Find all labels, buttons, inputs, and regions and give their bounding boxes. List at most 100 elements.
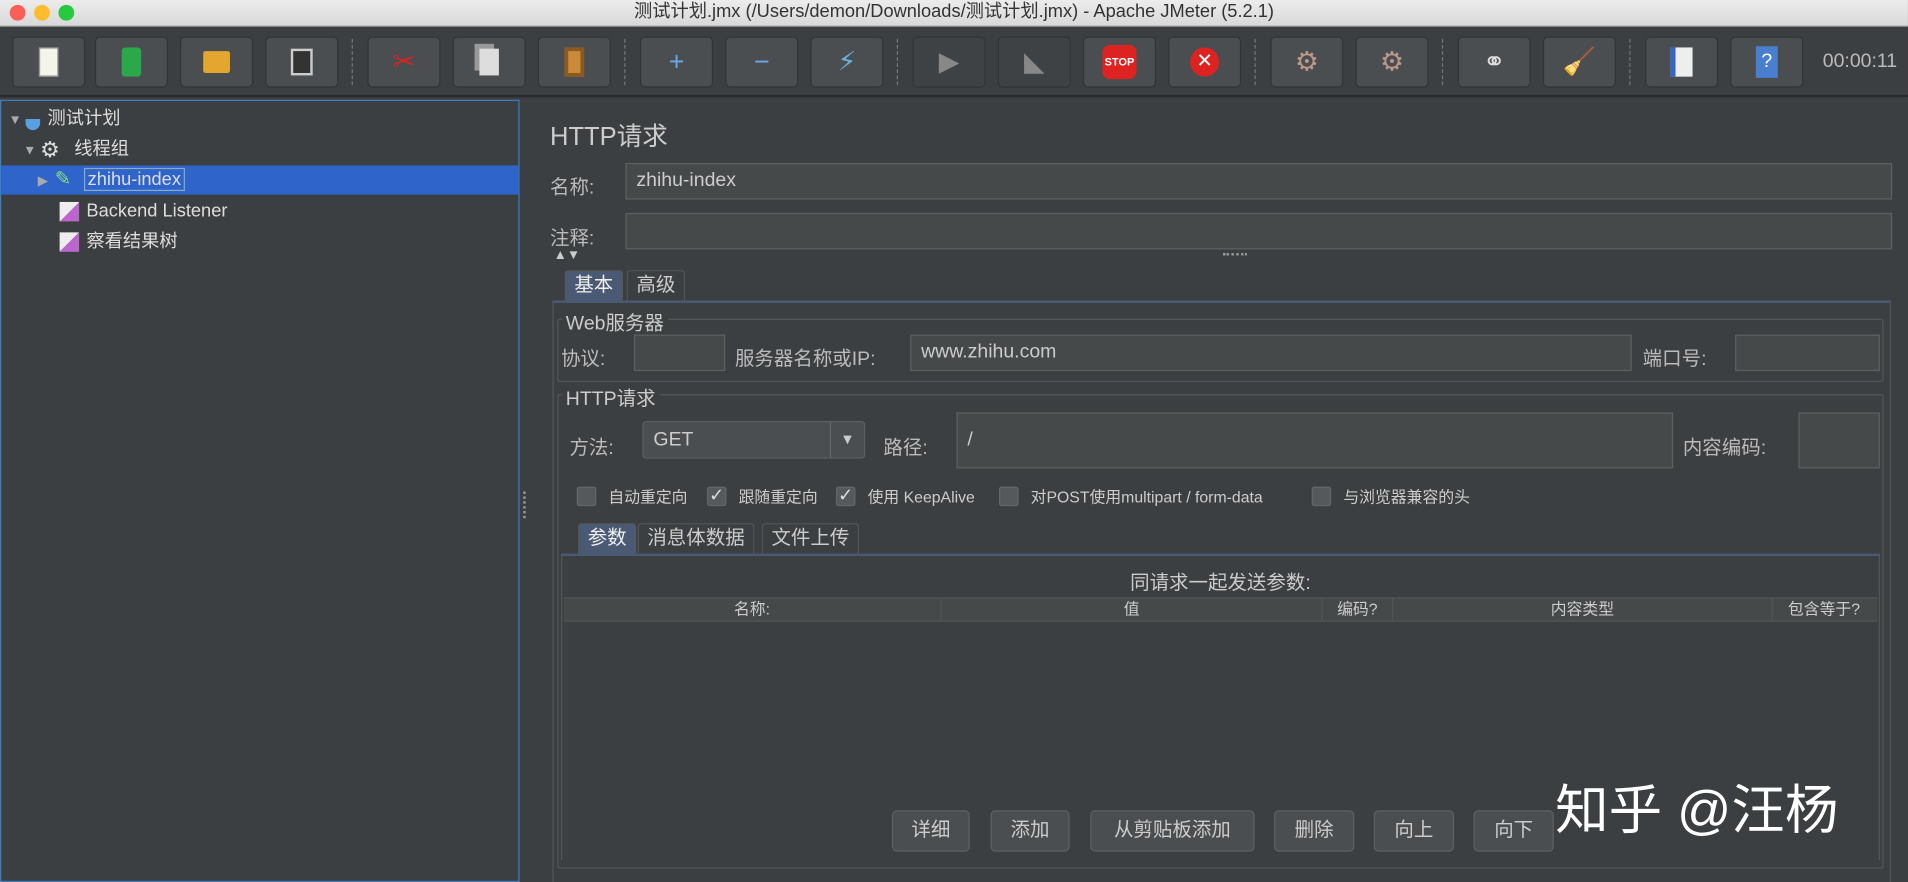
tab-body-data[interactable]: 消息体数据: [637, 523, 755, 555]
stop-button[interactable]: STOP: [1082, 36, 1156, 88]
content-encoding-input[interactable]: [1798, 412, 1880, 469]
title-bar: 测试计划.jmx (/Users/demon/Downloads/测试计划.jm…: [0, 0, 1908, 27]
function-helper-icon: [1670, 47, 1693, 77]
templates-icon: [121, 47, 142, 77]
tree-node-backend-listener[interactable]: Backend Listener: [59, 197, 227, 226]
tab-files-upload[interactable]: 文件上传: [761, 523, 860, 555]
cut-button[interactable]: ✂: [367, 36, 441, 88]
cut-icon: ✂: [392, 46, 416, 77]
column-header-content-type[interactable]: 内容类型: [1393, 598, 1773, 621]
method-select[interactable]: GET ▼: [642, 420, 866, 459]
splitter-handle[interactable]: [519, 99, 532, 882]
window-title: 测试计划.jmx (/Users/demon/Downloads/测试计划.jm…: [633, 1, 1274, 22]
server-input[interactable]: www.zhihu.com: [910, 334, 1632, 372]
port-input[interactable]: [1735, 334, 1880, 372]
comment-input[interactable]: [625, 212, 1893, 250]
function-helper-button[interactable]: [1645, 36, 1719, 88]
help-button[interactable]: ?: [1730, 36, 1804, 88]
content-encoding-label: 内容编码:: [1682, 437, 1767, 459]
close-window-button[interactable]: [9, 4, 26, 21]
shutdown-icon: ✕: [1190, 47, 1220, 77]
shutdown-button[interactable]: ✕: [1168, 36, 1242, 88]
column-header-encode[interactable]: 编码?: [1323, 598, 1394, 621]
down-button[interactable]: 向下: [1473, 810, 1554, 852]
http-request-title: HTTP请求: [562, 382, 660, 412]
checkmark-icon: ✓: [835, 486, 856, 506]
checkmark-icon: ✓: [706, 486, 727, 506]
open-icon: [203, 51, 230, 73]
up-button[interactable]: 向上: [1373, 810, 1455, 852]
gear-icon: ⚙: [40, 137, 60, 162]
save-icon: [290, 48, 313, 76]
clear-button[interactable]: ⚙: [1270, 36, 1344, 88]
minus-icon: −: [753, 46, 770, 77]
start-button[interactable]: ▶: [912, 36, 986, 88]
detail-button[interactable]: 详细: [891, 810, 970, 852]
web-server-title: Web服务器: [562, 306, 668, 336]
start-no-pause-button[interactable]: ◣: [997, 36, 1071, 88]
copy-icon: [479, 48, 499, 76]
listener-chart-icon: [59, 201, 80, 222]
listener-chart-icon: [59, 232, 80, 252]
add-from-clipboard-button[interactable]: 从剪贴板添加: [1090, 810, 1255, 852]
method-label: 方法:: [569, 437, 614, 459]
tree-node-zhihu-index[interactable]: ▶ ✎ zhihu-index: [1, 165, 519, 195]
port-label: 端口号:: [1642, 349, 1707, 370]
reset-search-button[interactable]: 🧹: [1542, 36, 1616, 88]
path-input[interactable]: /: [956, 412, 1674, 469]
tree-node-thread-group[interactable]: ▼ ⚙ 线程组: [23, 135, 129, 164]
search-button[interactable]: ⚭: [1457, 36, 1531, 88]
collapse-arrows-icon[interactable]: ▲▼: [554, 248, 581, 263]
clear-icon: ⚙: [1294, 46, 1319, 77]
auto-redirect-checkbox[interactable]: 自动重定向: [576, 484, 688, 507]
paste-icon: [564, 47, 585, 77]
expanded-icon: ▼: [8, 113, 22, 128]
protocol-input[interactable]: [633, 334, 726, 372]
add-button[interactable]: 添加: [990, 810, 1070, 852]
keepalive-checkbox[interactable]: ✓ 使用 KeepAlive: [835, 484, 975, 507]
checkbox-unchecked-icon: [998, 486, 1019, 506]
tab-advanced[interactable]: 高级: [626, 270, 686, 302]
tab-parameters[interactable]: 参数: [577, 523, 637, 555]
delete-button[interactable]: 删除: [1273, 810, 1355, 852]
clear-all-button[interactable]: ⚙: [1355, 36, 1429, 88]
binoculars-icon: ⚭: [1483, 46, 1506, 77]
test-plan-tree: ▼ 测试计划 ▼ ⚙ 线程组 ▶ ✎ zhihu-index Backend Listen…: [0, 99, 520, 882]
column-header-value[interactable]: 值: [942, 598, 1323, 621]
open-button[interactable]: [180, 36, 254, 88]
collapsed-icon: ▶: [37, 173, 49, 189]
flask-icon: [25, 108, 41, 131]
tree-node-test-plan[interactable]: ▼ 测试计划: [8, 105, 120, 134]
watermark: 知乎 @汪杨: [1555, 781, 1839, 841]
toggle-button[interactable]: ⚡: [810, 36, 884, 88]
tab-basic[interactable]: 基本: [564, 270, 624, 302]
resize-grip-icon[interactable]: [1222, 253, 1248, 258]
new-icon: [38, 47, 59, 77]
path-label: 路径:: [883, 437, 928, 459]
name-label: 名称:: [549, 177, 595, 199]
follow-redirect-checkbox[interactable]: ✓ 跟随重定向: [706, 484, 818, 507]
paste-button[interactable]: [537, 36, 611, 88]
browser-compatible-headers-checkbox[interactable]: 与浏览器兼容的头: [1311, 484, 1470, 507]
save-button[interactable]: [265, 36, 339, 88]
chevron-down-icon: ▼: [829, 422, 864, 458]
templates-button[interactable]: [94, 36, 168, 88]
help-icon: ?: [1755, 46, 1778, 78]
play-no-pause-icon: ◣: [1023, 46, 1045, 77]
column-header-name[interactable]: 名称:: [563, 598, 942, 621]
name-input[interactable]: zhihu-index: [625, 163, 1893, 200]
new-button[interactable]: [12, 36, 86, 88]
multipart-checkbox[interactable]: 对POST使用multipart / form-data: [998, 484, 1263, 507]
toolbar: ✂ + − ⚡ ▶ ◣ STOP ✕ ⚙ ⚙ ⚭ 🧹 ? 00:00:11: [0, 26, 1908, 98]
column-header-include-equals[interactable]: 包含等于?: [1773, 599, 1875, 621]
minimize-window-button[interactable]: [34, 4, 50, 21]
tree-node-view-results-tree[interactable]: 察看结果树: [59, 228, 178, 257]
checkbox-unchecked-icon: [1311, 486, 1332, 506]
checkbox-unchecked-icon: [576, 486, 597, 506]
expand-button[interactable]: +: [640, 36, 714, 88]
toggle-icon: ⚡: [837, 46, 857, 77]
copy-button[interactable]: [452, 36, 526, 88]
panel-title: HTTP请求: [549, 122, 668, 151]
collapse-button[interactable]: −: [725, 36, 799, 88]
maximize-window-button[interactable]: [58, 4, 75, 21]
